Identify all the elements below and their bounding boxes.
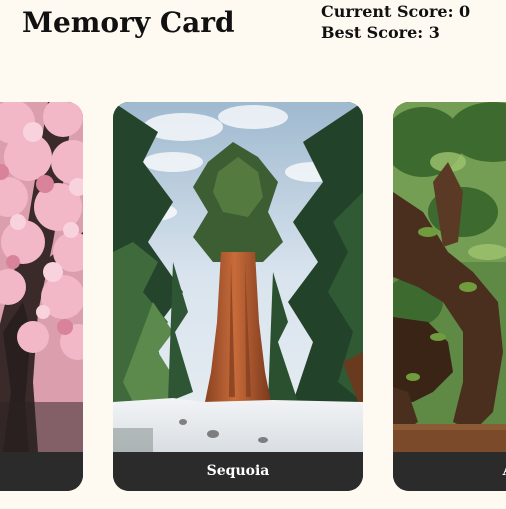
memory-card-cherry-blossom[interactable] — [0, 102, 83, 491]
angel-oak-image — [393, 102, 506, 452]
app-title: Memory Card — [22, 6, 235, 39]
card-caption: Sequoia — [113, 452, 363, 491]
card-row: Sequoia — [0, 102, 506, 492]
current-score: Current Score: 0 — [321, 2, 471, 21]
card-caption: Ang — [393, 452, 506, 491]
sequoia-image — [113, 102, 363, 452]
memory-card-sequoia[interactable]: Sequoia — [113, 102, 363, 491]
cherry-blossom-image — [0, 102, 83, 452]
best-score: Best Score: 3 — [321, 23, 440, 42]
card-caption — [0, 452, 83, 491]
memory-card-angel-oak[interactable]: Ang — [393, 102, 506, 491]
scoreboard: Current Score: 0 Best Score: 3 — [321, 1, 470, 43]
